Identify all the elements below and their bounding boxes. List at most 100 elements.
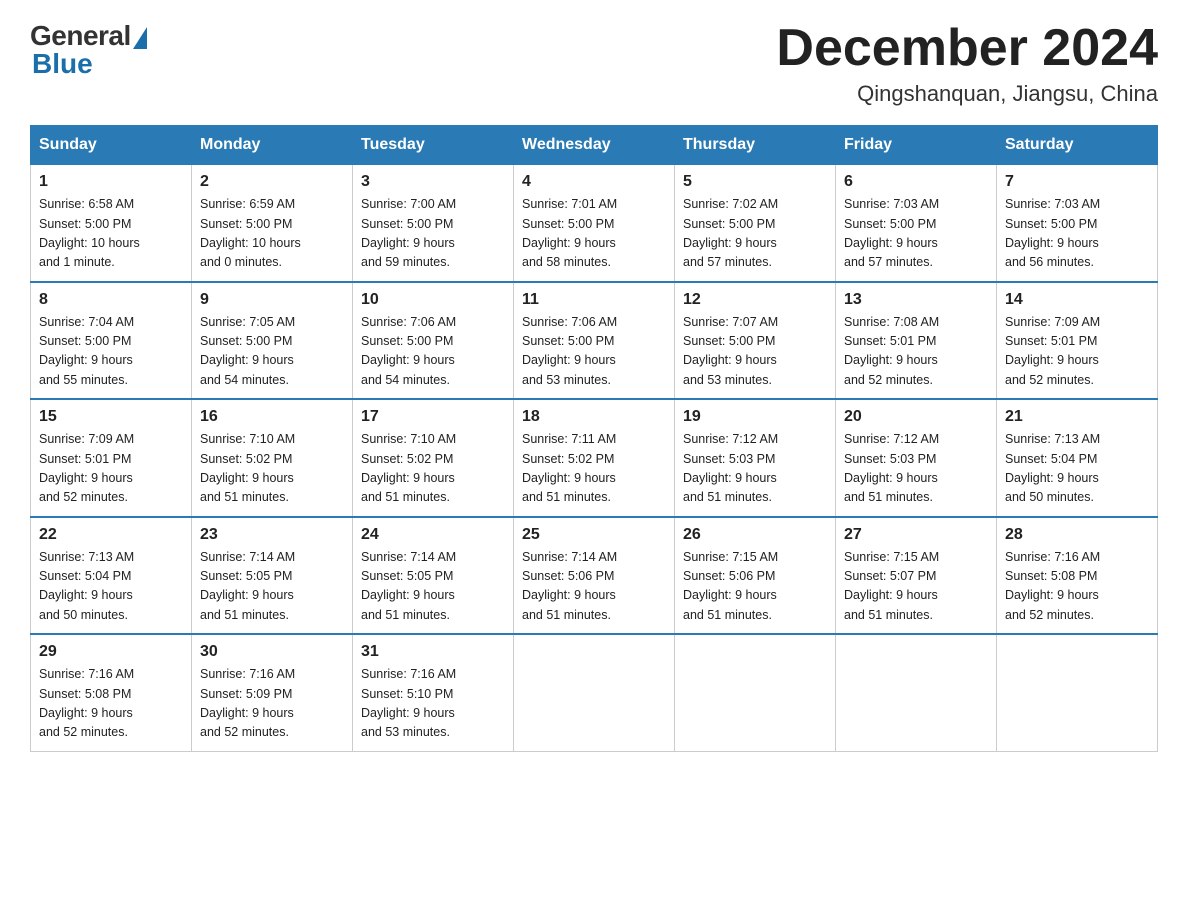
day-number: 22 [39,526,183,544]
day-info: Sunrise: 7:16 AM Sunset: 5:09 PM Dayligh… [200,665,344,743]
column-header-tuesday: Tuesday [353,126,514,165]
calendar-cell: 14 Sunrise: 7:09 AM Sunset: 5:01 PM Dayli… [997,282,1158,400]
day-info: Sunrise: 7:09 AM Sunset: 5:01 PM Dayligh… [39,430,183,508]
day-info: Sunrise: 7:14 AM Sunset: 5:05 PM Dayligh… [361,548,505,626]
calendar-cell: 1Sunrise: 6:58 AM Sunset: 5:00 PM Daylig… [31,165,192,282]
calendar-cell: 31 Sunrise: 7:16 AM Sunset: 5:10 PM Dayli… [353,634,514,751]
day-info: Sunrise: 7:15 AM Sunset: 5:07 PM Dayligh… [844,548,988,626]
day-info: Sunrise: 7:16 AM Sunset: 5:10 PM Dayligh… [361,665,505,743]
day-info: Sunrise: 7:06 AM Sunset: 5:00 PM Dayligh… [361,313,505,391]
calendar-cell: 12 Sunrise: 7:07 AM Sunset: 5:00 PM Dayli… [675,282,836,400]
day-number: 14 [1005,291,1149,309]
day-info: Sunrise: 7:03 AM Sunset: 5:00 PM Dayligh… [844,195,988,273]
day-number: 17 [361,408,505,426]
calendar-week-5: 29Sunrise: 7:16 AM Sunset: 5:08 PM Dayli… [31,634,1158,751]
day-number: 4 [522,173,666,191]
calendar-cell: 13 Sunrise: 7:08 AM Sunset: 5:01 PM Dayli… [836,282,997,400]
calendar-cell: 29Sunrise: 7:16 AM Sunset: 5:08 PM Dayli… [31,634,192,751]
day-number: 21 [1005,408,1149,426]
day-number: 27 [844,526,988,544]
calendar-header-row: SundayMondayTuesdayWednesdayThursdayFrid… [31,126,1158,165]
calendar-cell: 17 Sunrise: 7:10 AM Sunset: 5:02 PM Dayli… [353,399,514,517]
day-number: 10 [361,291,505,309]
calendar-cell: 23 Sunrise: 7:14 AM Sunset: 5:05 PM Dayli… [192,517,353,635]
calendar-cell: 16 Sunrise: 7:10 AM Sunset: 5:02 PM Dayli… [192,399,353,517]
day-number: 30 [200,643,344,661]
calendar-cell: 30 Sunrise: 7:16 AM Sunset: 5:09 PM Dayli… [192,634,353,751]
calendar-cell: 24Sunrise: 7:14 AM Sunset: 5:05 PM Dayli… [353,517,514,635]
calendar-week-1: 1Sunrise: 6:58 AM Sunset: 5:00 PM Daylig… [31,165,1158,282]
calendar-week-3: 15 Sunrise: 7:09 AM Sunset: 5:01 PM Dayli… [31,399,1158,517]
calendar-cell [997,634,1158,751]
day-number: 20 [844,408,988,426]
column-header-friday: Friday [836,126,997,165]
day-number: 19 [683,408,827,426]
day-number: 23 [200,526,344,544]
logo-triangle-icon [133,27,147,49]
day-info: Sunrise: 7:13 AM Sunset: 5:04 PM Dayligh… [1005,430,1149,508]
day-info: Sunrise: 7:10 AM Sunset: 5:02 PM Dayligh… [200,430,344,508]
calendar-cell [836,634,997,751]
calendar-cell: 9Sunrise: 7:05 AM Sunset: 5:00 PM Daylig… [192,282,353,400]
calendar-cell: 8 Sunrise: 7:04 AM Sunset: 5:00 PM Daylig… [31,282,192,400]
day-info: Sunrise: 7:04 AM Sunset: 5:00 PM Dayligh… [39,313,183,391]
calendar-table: SundayMondayTuesdayWednesdayThursdayFrid… [30,125,1158,752]
calendar-cell: 25 Sunrise: 7:14 AM Sunset: 5:06 PM Dayli… [514,517,675,635]
calendar-cell: 10 Sunrise: 7:06 AM Sunset: 5:00 PM Dayli… [353,282,514,400]
day-info: Sunrise: 7:07 AM Sunset: 5:00 PM Dayligh… [683,313,827,391]
day-number: 31 [361,643,505,661]
day-info: Sunrise: 7:12 AM Sunset: 5:03 PM Dayligh… [683,430,827,508]
column-header-monday: Monday [192,126,353,165]
day-number: 5 [683,173,827,191]
day-info: Sunrise: 7:14 AM Sunset: 5:06 PM Dayligh… [522,548,666,626]
calendar-cell: 26Sunrise: 7:15 AM Sunset: 5:06 PM Dayli… [675,517,836,635]
day-info: Sunrise: 7:14 AM Sunset: 5:05 PM Dayligh… [200,548,344,626]
day-info: Sunrise: 7:16 AM Sunset: 5:08 PM Dayligh… [1005,548,1149,626]
day-info: Sunrise: 7:08 AM Sunset: 5:01 PM Dayligh… [844,313,988,391]
day-number: 11 [522,291,666,309]
day-info: Sunrise: 6:59 AM Sunset: 5:00 PM Dayligh… [200,195,344,273]
day-info: Sunrise: 7:06 AM Sunset: 5:00 PM Dayligh… [522,313,666,391]
day-number: 3 [361,173,505,191]
day-info: Sunrise: 7:00 AM Sunset: 5:00 PM Dayligh… [361,195,505,273]
day-number: 16 [200,408,344,426]
calendar-cell: 21 Sunrise: 7:13 AM Sunset: 5:04 PM Dayli… [997,399,1158,517]
day-info: Sunrise: 7:13 AM Sunset: 5:04 PM Dayligh… [39,548,183,626]
calendar-week-4: 22 Sunrise: 7:13 AM Sunset: 5:04 PM Dayli… [31,517,1158,635]
day-number: 29 [39,643,183,661]
day-number: 6 [844,173,988,191]
location-subtitle: Qingshanquan, Jiangsu, China [776,81,1158,107]
day-number: 7 [1005,173,1149,191]
calendar-cell: 19 Sunrise: 7:12 AM Sunset: 5:03 PM Dayli… [675,399,836,517]
day-info: Sunrise: 7:09 AM Sunset: 5:01 PM Dayligh… [1005,313,1149,391]
calendar-cell: 4 Sunrise: 7:01 AM Sunset: 5:00 PM Daylig… [514,165,675,282]
calendar-cell: 6 Sunrise: 7:03 AM Sunset: 5:00 PM Daylig… [836,165,997,282]
day-number: 12 [683,291,827,309]
day-number: 28 [1005,526,1149,544]
day-number: 15 [39,408,183,426]
day-info: Sunrise: 7:11 AM Sunset: 5:02 PM Dayligh… [522,430,666,508]
logo-blue-text: Blue [32,48,93,80]
day-number: 1 [39,173,183,191]
calendar-cell: 3 Sunrise: 7:00 AM Sunset: 5:00 PM Daylig… [353,165,514,282]
calendar-cell: 11 Sunrise: 7:06 AM Sunset: 5:00 PM Dayli… [514,282,675,400]
calendar-cell: 22 Sunrise: 7:13 AM Sunset: 5:04 PM Dayli… [31,517,192,635]
day-info: Sunrise: 7:01 AM Sunset: 5:00 PM Dayligh… [522,195,666,273]
calendar-cell: 2Sunrise: 6:59 AM Sunset: 5:00 PM Daylig… [192,165,353,282]
calendar-week-2: 8 Sunrise: 7:04 AM Sunset: 5:00 PM Daylig… [31,282,1158,400]
column-header-thursday: Thursday [675,126,836,165]
column-header-sunday: Sunday [31,126,192,165]
day-number: 8 [39,291,183,309]
calendar-cell: 15 Sunrise: 7:09 AM Sunset: 5:01 PM Dayli… [31,399,192,517]
day-number: 25 [522,526,666,544]
column-header-saturday: Saturday [997,126,1158,165]
day-info: Sunrise: 7:15 AM Sunset: 5:06 PM Dayligh… [683,548,827,626]
day-info: Sunrise: 7:10 AM Sunset: 5:02 PM Dayligh… [361,430,505,508]
calendar-cell: 20Sunrise: 7:12 AM Sunset: 5:03 PM Dayli… [836,399,997,517]
calendar-cell: 28 Sunrise: 7:16 AM Sunset: 5:08 PM Dayli… [997,517,1158,635]
calendar-cell: 7 Sunrise: 7:03 AM Sunset: 5:00 PM Daylig… [997,165,1158,282]
calendar-cell [675,634,836,751]
day-number: 13 [844,291,988,309]
day-info: Sunrise: 7:05 AM Sunset: 5:00 PM Dayligh… [200,313,344,391]
day-info: Sunrise: 7:03 AM Sunset: 5:00 PM Dayligh… [1005,195,1149,273]
